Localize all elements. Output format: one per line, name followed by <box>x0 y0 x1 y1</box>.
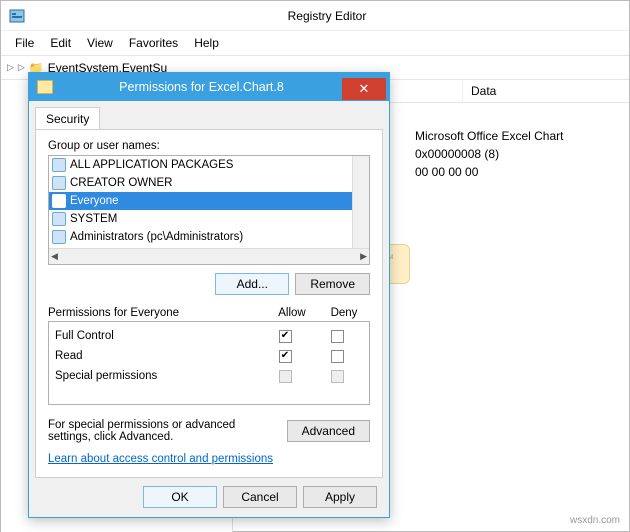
checkbox-read-deny[interactable] <box>331 350 344 363</box>
tab-strip: Security <box>35 107 383 130</box>
source-watermark: wsxdn.com <box>570 515 620 526</box>
tree-expand-icon[interactable]: ▷ <box>18 62 25 73</box>
tab-security[interactable]: Security <box>35 107 100 130</box>
tree-expand-icon[interactable]: ▷ <box>7 62 14 73</box>
checkbox-special-allow <box>279 370 292 383</box>
group-icon <box>52 158 66 172</box>
remove-button[interactable]: Remove <box>295 273 370 295</box>
permissions-titlebar[interactable]: Permissions for Excel.Chart.8 ✕ <box>29 73 389 101</box>
horizontal-scrollbar[interactable]: ◀▶ <box>49 248 369 264</box>
user-item-system[interactable]: SYSTEM <box>49 210 352 228</box>
user-list[interactable]: ALL APPLICATION PACKAGES CREATOR OWNER E… <box>48 155 370 265</box>
learn-link[interactable]: Learn about access control and permissio… <box>48 453 273 465</box>
menu-file[interactable]: File <box>7 33 42 53</box>
allow-header: Allow <box>266 307 318 319</box>
apply-button[interactable]: Apply <box>303 486 377 508</box>
checkbox-read-allow[interactable]: ✔ <box>279 350 292 363</box>
advanced-hint: For special permissions or advanced sett… <box>48 419 277 443</box>
group-icon <box>52 194 66 208</box>
scroll-right-icon[interactable]: ▶ <box>360 251 367 262</box>
menu-view[interactable]: View <box>79 33 121 53</box>
ok-button[interactable]: OK <box>143 486 217 508</box>
perm-row-read: Read ✔ <box>55 346 363 366</box>
vertical-scrollbar[interactable] <box>352 156 369 248</box>
deny-header: Deny <box>318 307 370 319</box>
menubar: File Edit View Favorites Help <box>1 31 629 56</box>
registry-titlebar: Registry Editor <box>1 1 629 31</box>
advanced-button[interactable]: Advanced <box>287 420 370 442</box>
scroll-left-icon[interactable]: ◀ <box>51 251 58 262</box>
user-item-everyone[interactable]: Everyone <box>49 192 352 210</box>
close-icon: ✕ <box>359 81 370 97</box>
col-data[interactable]: Data <box>463 80 629 102</box>
menu-edit[interactable]: Edit <box>42 33 79 53</box>
permissions-list: Full Control ✔ Read ✔ Special permission… <box>48 321 370 405</box>
permissions-for-label: Permissions for Everyone <box>48 307 266 319</box>
group-icon <box>52 230 66 244</box>
user-item-creator-owner[interactable]: CREATOR OWNER <box>49 174 352 192</box>
checkbox-full-control-allow[interactable]: ✔ <box>279 330 292 343</box>
perm-row-full-control: Full Control ✔ <box>55 326 363 346</box>
permissions-title: Permissions for Excel.Chart.8 <box>61 80 342 94</box>
user-item-all-packages[interactable]: ALL APPLICATION PACKAGES <box>49 156 352 174</box>
menu-favorites[interactable]: Favorites <box>121 33 186 53</box>
checkbox-special-deny <box>331 370 344 383</box>
user-icon <box>52 176 66 190</box>
close-button[interactable]: ✕ <box>342 78 386 100</box>
checkbox-full-control-deny[interactable] <box>331 330 344 343</box>
registry-title: Registry Editor <box>33 9 621 23</box>
user-item-administrators[interactable]: Administrators (pc\Administrators) <box>49 228 352 246</box>
user-icon <box>52 212 66 226</box>
group-user-label: Group or user names: <box>48 140 370 152</box>
regedit-icon <box>9 8 25 24</box>
perm-row-special: Special permissions <box>55 366 363 386</box>
permissions-dialog: Permissions for Excel.Chart.8 ✕ Security… <box>28 72 390 518</box>
add-button[interactable]: Add... <box>215 273 289 295</box>
cancel-button[interactable]: Cancel <box>223 486 297 508</box>
folder-icon <box>37 80 53 94</box>
menu-help[interactable]: Help <box>186 33 227 53</box>
